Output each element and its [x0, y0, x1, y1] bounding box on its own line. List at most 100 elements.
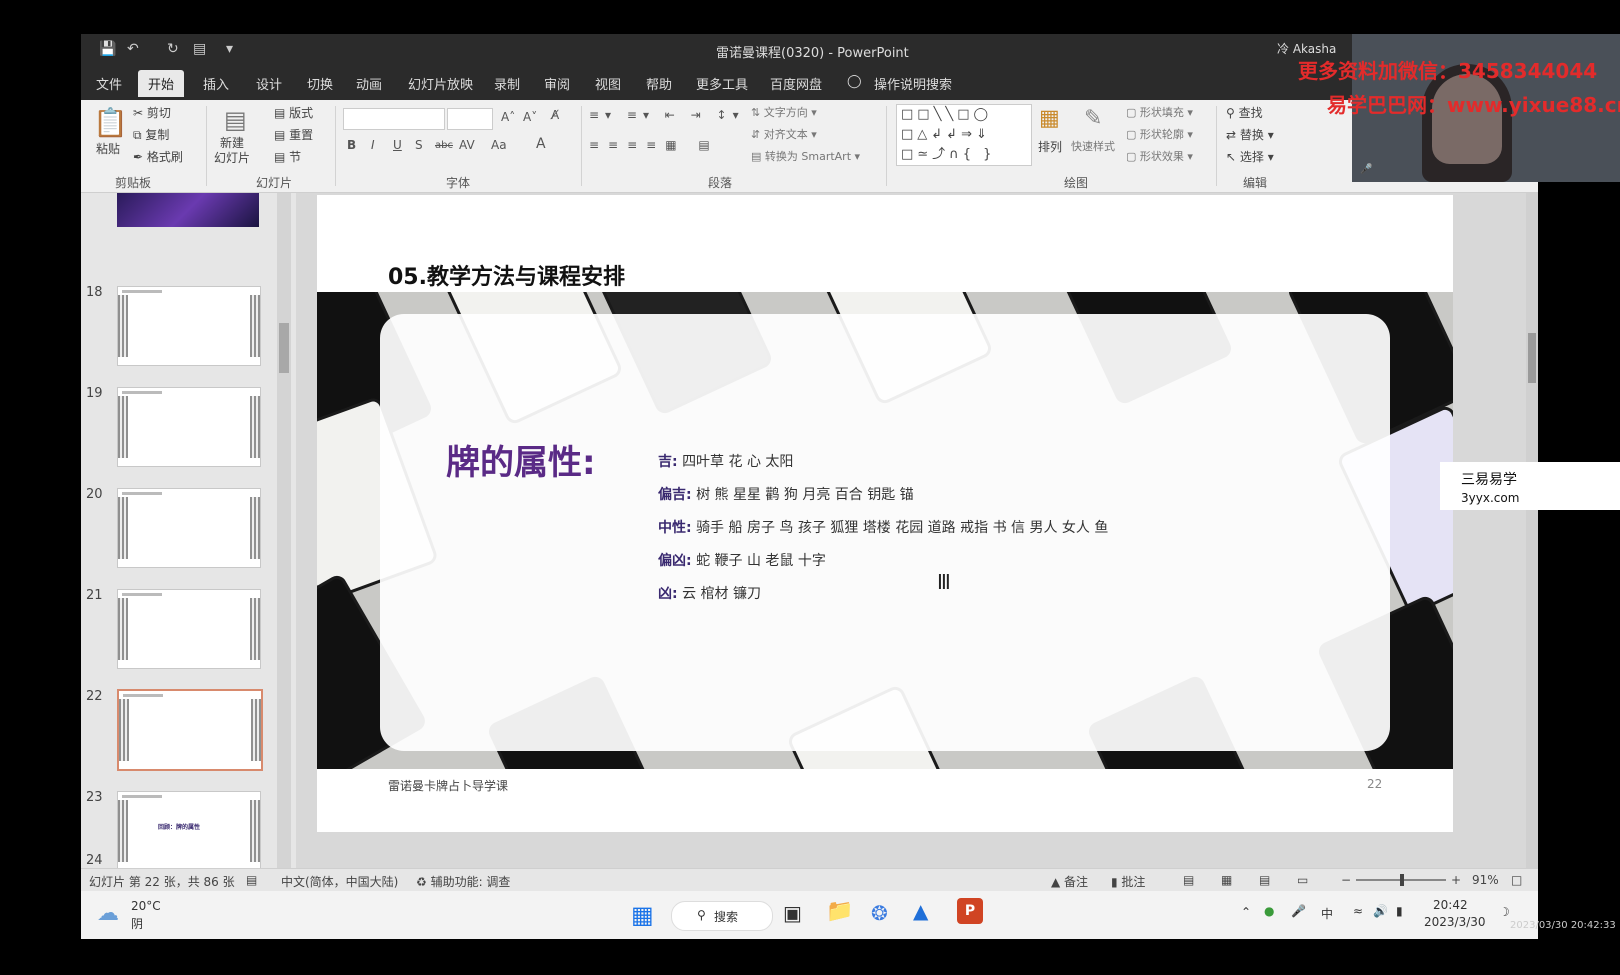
wifi-icon[interactable]: ≈ [1353, 904, 1363, 918]
arrange-icon[interactable]: ▦ [1039, 106, 1060, 131]
slide-footer[interactable]: 雷诺曼卡牌占卜导学课 [388, 777, 508, 794]
slide-thumbnail[interactable]: 回顾：牌的属性 [117, 791, 261, 868]
reading-view-icon[interactable]: ▤ [1259, 873, 1270, 887]
shapes-gallery[interactable]: □□╲╲□◯ □△↲↲⇒⇓ □≃⤴∩{ } [896, 104, 1032, 166]
slide-thumbnail[interactable] [117, 589, 261, 669]
attribute-row-neutral[interactable]: 中性: 骑手 船 房子 鸟 孩子 狐狸 塔楼 花园 道路 戒指 书 信 男人 女… [658, 517, 1108, 537]
slide-title[interactable]: 05.教学方法与课程安排 [388, 259, 625, 291]
start-icon[interactable]: ▦ [631, 901, 654, 929]
weather-temp[interactable]: 20°C [131, 899, 161, 913]
sorter-view-icon[interactable]: ▦ [1221, 873, 1232, 887]
redo-icon[interactable]: ↻ [167, 41, 179, 57]
tab-file[interactable]: 文件 [96, 74, 122, 93]
format-painter-button[interactable]: ✒ 格式刷 [133, 148, 183, 165]
spellcheck-icon[interactable]: ▤ [246, 873, 257, 887]
zoom-level[interactable]: 91% [1472, 873, 1499, 887]
scroll-thumb[interactable] [279, 323, 289, 373]
microphone-icon[interactable]: 🎤 [1291, 904, 1306, 918]
normal-view-icon[interactable]: ▤ [1183, 873, 1194, 887]
zoom-slider[interactable] [1356, 874, 1446, 886]
scroll-thumb[interactable] [1528, 333, 1536, 383]
smartart-button[interactable]: ▤ 转换为 SmartArt ▾ [751, 148, 860, 164]
language-indicator[interactable]: 中文(简体，中国大陆) [281, 873, 398, 890]
accessibility-status[interactable]: ♻ 辅助功能: 调查 [416, 873, 510, 890]
ime-indicator[interactable]: 中 [1321, 905, 1333, 922]
tab-help[interactable]: 帮助 [646, 74, 672, 93]
tab-home[interactable]: 开始 [138, 70, 185, 97]
tray-app-icon[interactable]: ● [1264, 904, 1274, 918]
arrange-button[interactable]: 排列 [1038, 138, 1062, 155]
copy-button[interactable]: ⧉ 复制 [133, 126, 169, 143]
zoom-slider-thumb[interactable] [1400, 874, 1404, 886]
select-button[interactable]: ↖ 选择 ▾ [1226, 148, 1274, 165]
list-buttons[interactable]: ≡▾ ≡▾ ⇤ ⇥ ↕▾ [589, 108, 745, 122]
new-slide-button[interactable]: 新建 幻灯片 [214, 136, 250, 166]
tab-insert[interactable]: 插入 [203, 74, 229, 93]
slide-page-number[interactable]: 22 [1367, 777, 1382, 791]
comments-button[interactable]: ▮ 批注 [1111, 873, 1145, 890]
paste-button[interactable]: 粘贴 [96, 140, 120, 157]
slide-thumbnail[interactable] [117, 488, 261, 568]
increase-font-icon[interactable]: A˄ [501, 110, 515, 124]
shape-effects-button[interactable]: ▢ 形状效果 ▾ [1126, 148, 1193, 164]
slideshow-view-icon[interactable]: ▭ [1297, 873, 1308, 887]
slide-thumbnail[interactable] [117, 193, 259, 227]
new-slide-icon[interactable]: ▤ [224, 106, 247, 134]
tab-more-tools[interactable]: 更多工具 [696, 74, 748, 93]
bold-button[interactable]: B [347, 138, 356, 152]
tab-baidu-pan[interactable]: 百度网盘 [770, 74, 822, 93]
tab-slideshow[interactable]: 幻灯片放映 [408, 74, 473, 93]
cut-button[interactable]: ✂ 剪切 [133, 104, 171, 121]
italic-button[interactable]: I [371, 138, 375, 152]
slide-thumbnail-selected[interactable] [117, 689, 263, 771]
notes-button[interactable]: ▲ 备注 [1051, 873, 1088, 890]
attribute-row-ominous[interactable]: 凶: 云 棺材 镰刀 [658, 583, 761, 603]
attribute-row-semi-ominous[interactable]: 偏凶: 蛇 鞭子 山 老鼠 十字 [658, 550, 826, 570]
tab-transitions[interactable]: 切换 [307, 74, 333, 93]
taskbar-search[interactable]: ⚲ 搜索 [671, 901, 773, 931]
align-text-button[interactable]: ⇵ 对齐文本 ▾ [751, 126, 817, 142]
shadow-button[interactable]: S [415, 138, 423, 152]
search-hint[interactable]: 操作说明搜索 [874, 74, 952, 93]
save-icon[interactable]: 💾 [99, 41, 116, 57]
tray-expand-icon[interactable]: ⌃ [1241, 905, 1251, 919]
replace-button[interactable]: ⇄ 替换 ▾ [1226, 126, 1274, 143]
font-size-select[interactable] [447, 108, 493, 130]
customize-icon[interactable]: ▾ [226, 41, 233, 57]
zoom-out-icon[interactable]: − [1341, 873, 1351, 887]
clock-date[interactable]: 2023/3/30 [1424, 915, 1486, 929]
powerpoint-icon[interactable]: P [957, 898, 983, 924]
fit-to-window-icon[interactable]: □ [1511, 873, 1522, 887]
tab-view[interactable]: 视图 [595, 74, 621, 93]
quick-styles-icon[interactable]: ✎ [1084, 106, 1102, 131]
decrease-font-icon[interactable]: A˅ [523, 110, 537, 124]
paste-icon[interactable]: 📋 [93, 106, 128, 139]
undo-icon[interactable]: ↶ [127, 41, 139, 57]
find-button[interactable]: ⚲ 查找 [1226, 104, 1263, 121]
tab-animations[interactable]: 动画 [356, 74, 382, 93]
slide-thumbnail[interactable] [117, 286, 261, 366]
weather-icon[interactable]: ☁ [97, 901, 119, 926]
reset-button[interactable]: ▤ 重置 [274, 126, 313, 143]
tab-review[interactable]: 审阅 [544, 74, 570, 93]
slide-thumbnail[interactable] [117, 387, 261, 467]
edge-icon[interactable]: ❂ [871, 901, 888, 925]
present-icon[interactable]: ▤ [193, 41, 206, 57]
tab-design[interactable]: 设计 [256, 74, 282, 93]
volume-icon[interactable]: 🔊 [1373, 904, 1388, 918]
task-view-icon[interactable]: ▣ [783, 901, 802, 925]
attribute-row-semi-auspicious[interactable]: 偏吉: 树 熊 星星 鹳 狗 月亮 百合 钥匙 锚 [658, 484, 914, 504]
shape-fill-button[interactable]: ▢ 形状填充 ▾ [1126, 104, 1193, 120]
alignment-buttons[interactable]: ≡≡≡≡▦ ▤ [589, 138, 719, 152]
font-color-button[interactable]: A [536, 136, 546, 152]
font-family-select[interactable] [343, 108, 445, 130]
quick-styles-button[interactable]: 快速样式 [1071, 138, 1115, 154]
battery-icon[interactable]: ▮ [1396, 904, 1403, 918]
attribute-row-auspicious[interactable]: 吉: 四叶草 花 心 太阳 [658, 451, 793, 471]
clear-format-icon[interactable]: A̸ [551, 108, 559, 122]
weather-desc[interactable]: 阴 [131, 915, 143, 932]
app-icon[interactable]: ▲ [913, 899, 928, 923]
text-direction-button[interactable]: ⇅ 文字方向 ▾ [751, 104, 817, 120]
char-spacing-button[interactable]: AV [459, 138, 475, 152]
thumbnail-scrollbar[interactable] [277, 193, 291, 868]
